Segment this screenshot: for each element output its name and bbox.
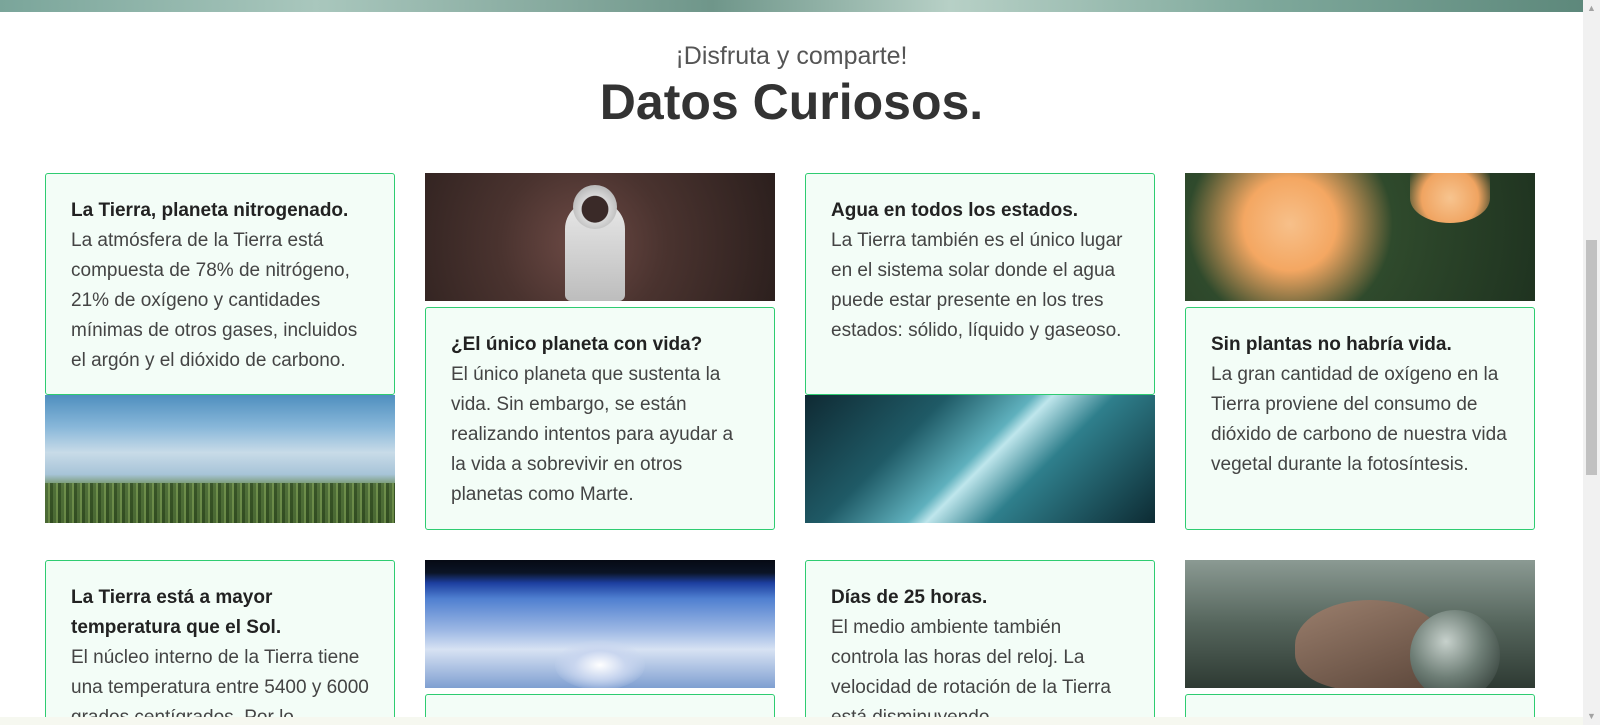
ice-water-image bbox=[805, 395, 1155, 523]
fact-card-25-hours: Días de 25 horas. El medio ambiente tamb… bbox=[805, 560, 1155, 725]
scroll-down-arrow-icon[interactable]: ▼ bbox=[1583, 708, 1600, 725]
fact-card-temperature: La Tierra está a mayor temperatura que e… bbox=[45, 560, 395, 725]
fact-card-text: La Tierra también es el único lugar en e… bbox=[831, 230, 1123, 341]
hand-globe-image bbox=[1185, 560, 1535, 688]
fact-card-text: La gran cantidad de oxígeno en la Tierra… bbox=[1211, 364, 1507, 475]
fact-card-text: El único planeta que sustenta la vida. S… bbox=[451, 364, 734, 505]
section-title: Datos Curiosos. bbox=[599, 74, 984, 130]
fact-card-title: La Tierra, planeta nitrogenado. bbox=[71, 200, 349, 221]
fact-card-text: La atmósfera de la Tierra está compuesta… bbox=[71, 230, 358, 371]
fact-card-plants: Sin plantas no habría vida. La gran cant… bbox=[1185, 307, 1535, 530]
storm-swirl-shape bbox=[555, 640, 645, 688]
page-bottom-edge bbox=[0, 717, 1583, 725]
sky-grass-image bbox=[45, 395, 395, 523]
fact-card-text: El núcleo interno de la Tierra tiene una… bbox=[71, 647, 369, 725]
astronaut-image bbox=[425, 173, 775, 301]
fact-card-water: Agua en todos los estados. La Tierra tam… bbox=[805, 173, 1155, 395]
fact-card-title: Agua en todos los estados. bbox=[831, 200, 1079, 221]
fact-card-title: ¿El único planeta con vida? bbox=[451, 334, 703, 355]
fact-card-title: Días de 25 horas. bbox=[831, 587, 988, 608]
fact-card-life: ¿El único planeta con vida? El único pla… bbox=[425, 307, 775, 530]
fact-card-nitrogen: La Tierra, planeta nitrogenado. La atmós… bbox=[45, 173, 395, 395]
fact-card-title: Sin plantas no habría vida. bbox=[1211, 334, 1452, 355]
scroll-thumb[interactable] bbox=[1586, 240, 1597, 475]
vertical-scrollbar[interactable]: ▲ ▼ bbox=[1583, 0, 1600, 725]
section-subtitle: ¡Disfruta y comparte! bbox=[675, 42, 908, 70]
fact-card-title: La Tierra está a mayor temperatura que e… bbox=[71, 587, 282, 638]
hero-image-bottom-edge bbox=[0, 0, 1583, 12]
astronaut-helmet-shape bbox=[573, 185, 617, 229]
section-header: ¡Disfruta y comparte! Datos Curiosos. bbox=[0, 40, 1583, 132]
second-rose-shape bbox=[1410, 173, 1490, 223]
scroll-up-arrow-icon[interactable]: ▲ bbox=[1583, 0, 1600, 17]
fact-card-text: El medio ambiente también controla las h… bbox=[831, 617, 1111, 725]
rose-image bbox=[1185, 173, 1535, 301]
earth-storm-image bbox=[425, 560, 775, 688]
glass-globe-shape bbox=[1410, 610, 1500, 688]
